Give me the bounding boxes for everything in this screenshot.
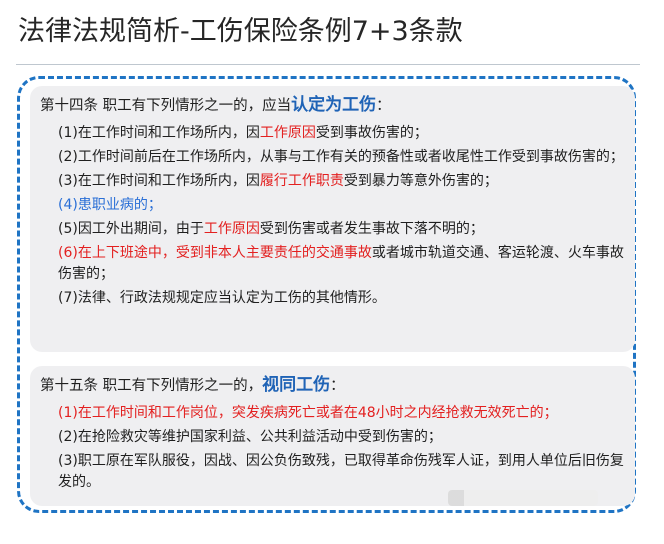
list-item: (1)在工作时间和工作岗位，突发疾病死亡或者在48小时之内经抢救无效死亡的； [58,405,558,421]
heading-emphasis: 视同工伤 [262,375,331,395]
list-item: (7)法律、行政法规规定应当认定为工伤的其他情形。 [58,290,386,306]
list-item: (2)在抢险救灾等维护国家利益、公共利益活动中受到伤害的； [58,429,442,445]
page-title: 法律法规简析-工伤保险条例7+3条款 [18,16,463,47]
title-divider [16,64,640,65]
heading-emphasis: 认定为工伤 [291,95,377,115]
article-15-panel: 第十五条 职工有下列情形之一的，视同工伤： (1)在工作时间和工作岗位，突发疾病… [30,366,635,506]
list-item: (3)在工作时间和工作场所内，因履行工作职责受到暴力等意外伤害的； [58,173,498,189]
list-item: (2)工作时间前后在工作场所内，从事与工作有关的预备性或者收尾性工作受到事故伤害… [58,149,624,165]
heading-colon: ： [376,98,391,114]
heading-text: 第十五条 职工有下列情形之一的， [40,378,263,394]
heading-colon: ： [330,378,345,394]
list-item: (5)因工外出期间，由于工作原因受到伤害或者发生事故下落不明的； [58,221,484,237]
list-item: (6)在上下班途中，受到非本人主要责任的交通事故或者城市轨道交通、客运轮渡、火车… [58,245,624,282]
list-item: (1)在工作时间和工作场所内，因工作原因受到事故伤害的； [58,125,428,141]
watermark-blur [448,490,598,506]
list-item: (3)职工原在军队服役，因战、因公负伤致残，已取得革命伤残军人证，到用人单位后旧… [58,453,624,490]
list-item: (4)患职业病的； [58,197,162,213]
heading-text: 第十四条 职工有下列情形之一的，应当 [40,98,292,114]
article-15-heading: 第十五条 职工有下列情形之一的，视同工伤： [40,374,625,397]
article-14-heading: 第十四条 职工有下列情形之一的，应当认定为工伤： [40,94,625,117]
article-14-panel: 第十四条 职工有下列情形之一的，应当认定为工伤： (1)在工作时间和工作场所内，… [30,86,635,352]
